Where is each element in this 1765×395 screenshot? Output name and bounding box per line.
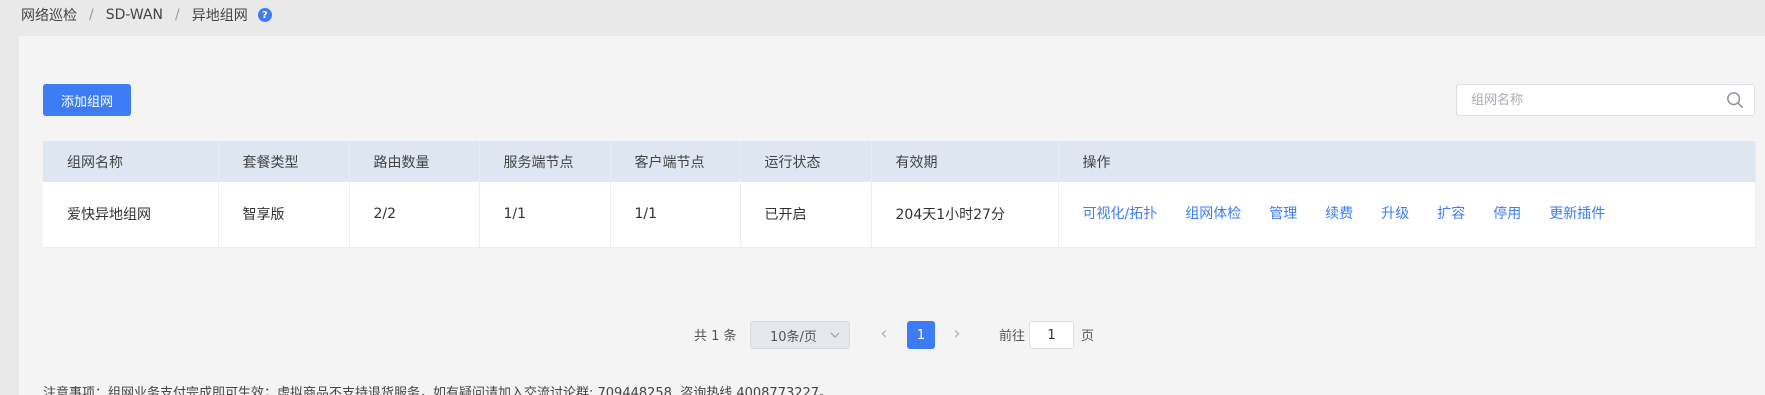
add-network-button[interactable]: 添加组网 bbox=[43, 84, 131, 116]
breadcrumb-separator: / bbox=[89, 7, 94, 23]
next-page-icon[interactable]: › bbox=[949, 323, 965, 347]
breadcrumb-item-sdwan[interactable]: SD-WAN bbox=[106, 7, 163, 23]
col-header-plan: 套餐类型 bbox=[218, 141, 350, 182]
page-size-select[interactable]: 10条/页 bbox=[750, 321, 850, 349]
cell-plan: 智享版 bbox=[218, 182, 350, 248]
total-count: 共 1 条 bbox=[694, 329, 737, 344]
breadcrumb-item-network-inspection[interactable]: 网络巡检 bbox=[21, 5, 77, 25]
network-table: 组网名称 套餐类型 路由数量 服务端节点 客户端节点 运行状态 有效期 操作 爱… bbox=[43, 141, 1756, 248]
col-header-server-nodes: 服务端节点 bbox=[479, 141, 611, 182]
breadcrumb-separator: / bbox=[175, 7, 180, 23]
breadcrumb: 网络巡检 / SD-WAN / 异地组网 ? bbox=[21, 4, 272, 26]
col-header-client-nodes: 客户端节点 bbox=[610, 141, 741, 182]
cell-network-name: 爱快异地组网 bbox=[43, 182, 219, 248]
cell-client-nodes: 1/1 bbox=[610, 182, 741, 248]
col-header-routes: 路由数量 bbox=[349, 141, 480, 182]
manage-link[interactable]: 管理 bbox=[1269, 204, 1297, 224]
upgrade-link[interactable]: 升级 bbox=[1381, 204, 1409, 224]
search-box bbox=[1456, 84, 1755, 116]
disable-link[interactable]: 停用 bbox=[1493, 204, 1521, 224]
col-header-validity: 有效期 bbox=[871, 141, 1059, 182]
goto-label: 前往 bbox=[999, 329, 1026, 344]
status-badge: 已开启 bbox=[740, 182, 872, 248]
prev-page-icon[interactable]: ‹ bbox=[876, 323, 892, 347]
table-header-row: 组网名称 套餐类型 路由数量 服务端节点 客户端节点 运行状态 有效期 操作 bbox=[43, 141, 1756, 182]
cell-routes: 2/2 bbox=[349, 182, 480, 248]
chevron-down-icon bbox=[830, 332, 840, 338]
search-icon[interactable] bbox=[1726, 91, 1744, 109]
cell-validity: 204天1小时27分 bbox=[871, 182, 1059, 248]
notice-text: 注意事项：组网业务支付完成即可生效；虚拟商品不支持退货服务，如有疑问请加入交流讨… bbox=[43, 386, 833, 395]
page-number-current[interactable]: 1 bbox=[907, 321, 935, 349]
table-row: 爱快异地组网 智享版 2/2 1/1 1/1 已开启 204天1小时27分 可视… bbox=[43, 182, 1756, 248]
network-checkup-link[interactable]: 组网体检 bbox=[1185, 204, 1241, 224]
cell-actions: 可视化/拓扑 组网体检 管理 续费 升级 扩容 停用 更新插件 bbox=[1058, 182, 1756, 248]
main-panel: 添加组网 组网名称 套餐类型 路由数量 服务端节点 客户端节点 运行状态 有效期… bbox=[19, 36, 1765, 395]
cell-server-nodes: 1/1 bbox=[479, 182, 611, 248]
help-icon[interactable]: ? bbox=[257, 8, 272, 22]
pagination: 共 1 条 10条/页 ‹ 1 › 前往 页 bbox=[19, 321, 1765, 349]
breadcrumb-item-remote-network: 异地组网 bbox=[191, 8, 248, 24]
renew-link[interactable]: 续费 bbox=[1325, 204, 1353, 224]
col-header-status: 运行状态 bbox=[740, 141, 872, 182]
page-size-value: 10条/页 bbox=[770, 329, 817, 345]
update-plugin-link[interactable]: 更新插件 bbox=[1549, 204, 1605, 224]
page-unit-label: 页 bbox=[1081, 329, 1095, 344]
search-input[interactable] bbox=[1471, 85, 1711, 115]
col-header-name: 组网名称 bbox=[43, 141, 219, 182]
expand-link[interactable]: 扩容 bbox=[1437, 204, 1465, 224]
col-header-actions: 操作 bbox=[1058, 141, 1756, 182]
goto-page-input[interactable] bbox=[1029, 321, 1074, 349]
visualize-topology-link[interactable]: 可视化/拓扑 bbox=[1083, 204, 1158, 224]
